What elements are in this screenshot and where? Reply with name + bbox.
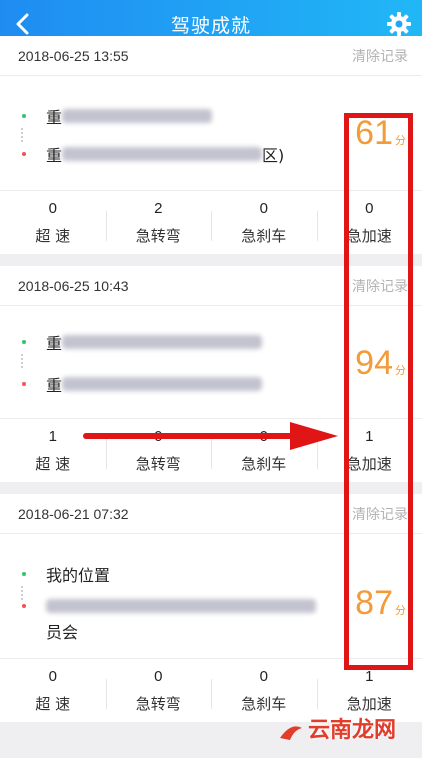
- card-gap: [0, 482, 422, 494]
- end-address-prefix: 重: [46, 376, 63, 395]
- trip-card-header: 2018-06-25 13:55 清除记录: [0, 36, 422, 76]
- end-address-block: 员会: [46, 596, 316, 643]
- score-unit: 分: [395, 134, 406, 147]
- route-connector: [21, 354, 23, 368]
- trip-card[interactable]: 2018-06-21 07:32 清除记录 我的位置 员会 87 分 0 超 速…: [0, 494, 422, 722]
- stat-value: 1: [365, 427, 374, 445]
- trip-card-header: 2018-06-21 07:32 清除记录: [0, 494, 422, 534]
- route-end: 重 区): [22, 142, 284, 166]
- stat-value: 1: [365, 667, 374, 685]
- stat-label: 急刹车: [241, 226, 287, 245]
- trip-card-header: 2018-06-25 10:43 清除记录: [0, 266, 422, 306]
- trip-score: 94 分: [355, 346, 406, 380]
- trip-card[interactable]: 2018-06-25 10:43 清除记录 重 重 94 分 1 超 速 0 急…: [0, 266, 422, 482]
- stat-sharp-turn: 0 急转弯: [105, 419, 212, 482]
- watermark-logo-icon: [279, 726, 302, 740]
- trip-stats: 1 超 速 0 急转弯 0 急刹车 1 急加速: [0, 418, 422, 482]
- trip-stats: 0 超 速 2 急转弯 0 急刹车 0 急加速: [0, 190, 422, 254]
- clear-record-button[interactable]: 清除记录: [352, 276, 408, 296]
- stat-label: 急刹车: [241, 454, 287, 473]
- end-dot-icon: [22, 382, 26, 386]
- stat-value: 0: [154, 427, 163, 445]
- watermark-text: 云南龙网: [307, 718, 396, 743]
- end-address-prefix: 重: [46, 146, 63, 165]
- stat-value: 0: [154, 667, 163, 685]
- trip-card[interactable]: 2018-06-25 13:55 清除记录 重 重 区) 61 分 0 超 速 …: [0, 36, 422, 254]
- chevron-left-icon[interactable]: [10, 10, 38, 38]
- stat-speeding: 0 超 速: [0, 191, 106, 254]
- stat-speeding: 0 超 速: [0, 659, 106, 722]
- route-start: 重: [22, 104, 213, 128]
- start-address: 重: [46, 108, 63, 127]
- start-address: 我的位置: [46, 566, 111, 585]
- stat-hard-brake: 0 急刹车: [211, 419, 317, 482]
- stat-label: 急加速: [346, 226, 392, 245]
- stat-hard-accel: 0 急加速: [316, 191, 422, 254]
- route-start: 我的位置: [22, 562, 110, 586]
- trip-route: 重 重 94 分: [0, 306, 422, 418]
- stat-label: 急刹车: [241, 694, 287, 713]
- route-end: 员会: [22, 596, 316, 643]
- stat-sharp-turn: 2 急转弯: [105, 191, 212, 254]
- end-dot-icon: [22, 604, 26, 608]
- start-address: 重: [46, 334, 63, 353]
- trip-route: 我的位置 员会 87 分: [0, 534, 422, 658]
- stat-hard-brake: 0 急刹车: [211, 191, 317, 254]
- start-dot-icon: [22, 572, 26, 576]
- page-title: 驾驶成就: [170, 14, 251, 37]
- start-dot-icon: [22, 340, 26, 344]
- stat-value: 0: [365, 199, 374, 217]
- stat-value: 1: [48, 427, 57, 445]
- end-dot-icon: [22, 152, 26, 156]
- stat-label: 急转弯: [135, 226, 181, 245]
- score-value: 61: [355, 114, 393, 152]
- blurred-address: [46, 599, 316, 613]
- stat-label: 急转弯: [135, 454, 181, 473]
- blurred-address: [62, 377, 263, 391]
- stat-value: 0: [48, 199, 57, 217]
- stat-sharp-turn: 0 急转弯: [105, 659, 212, 722]
- stat-value: 2: [154, 199, 163, 217]
- route-start: 重: [22, 330, 263, 354]
- clear-record-button[interactable]: 清除记录: [352, 504, 408, 524]
- trip-score: 87 分: [355, 586, 406, 620]
- score-value: 87: [355, 584, 393, 622]
- clear-record-button[interactable]: 清除记录: [352, 46, 408, 66]
- stat-value: 0: [259, 427, 268, 445]
- stat-label: 急加速: [346, 454, 392, 473]
- stat-label: 急转弯: [135, 694, 181, 713]
- stat-label: 超 速: [35, 694, 71, 713]
- card-gap: [0, 254, 422, 266]
- score-value: 94: [355, 344, 393, 382]
- score-unit: 分: [395, 364, 406, 377]
- start-dot-icon: [22, 114, 26, 118]
- trip-date: 2018-06-25 10:43: [18, 277, 129, 294]
- trip-date: 2018-06-21 07:32: [18, 505, 129, 522]
- watermark: 云南龙网: [278, 712, 396, 744]
- stat-label: 超 速: [35, 226, 71, 245]
- end-address-suffix: 员会: [46, 623, 79, 642]
- blurred-address: [62, 109, 213, 123]
- stat-label: 急加速: [346, 694, 392, 713]
- route-connector: [21, 128, 23, 142]
- gear-icon[interactable]: [385, 10, 413, 38]
- stat-speeding: 1 超 速: [0, 419, 106, 482]
- trip-route: 重 重 区) 61 分: [0, 76, 422, 190]
- stat-value: 0: [48, 667, 57, 685]
- stat-hard-accel: 1 急加速: [316, 419, 422, 482]
- trip-score: 61 分: [355, 116, 406, 150]
- blurred-address: [62, 335, 263, 349]
- blurred-address: [62, 147, 263, 161]
- score-unit: 分: [395, 604, 406, 617]
- trip-list: 2018-06-25 13:55 清除记录 重 重 区) 61 分 0 超 速 …: [0, 36, 422, 722]
- stat-value: 0: [259, 199, 268, 217]
- end-address-suffix: 区): [262, 146, 285, 165]
- route-end: 重: [22, 372, 263, 396]
- stat-label: 超 速: [35, 454, 71, 473]
- trip-date: 2018-06-25 13:55: [18, 47, 129, 64]
- stat-value: 0: [259, 667, 268, 685]
